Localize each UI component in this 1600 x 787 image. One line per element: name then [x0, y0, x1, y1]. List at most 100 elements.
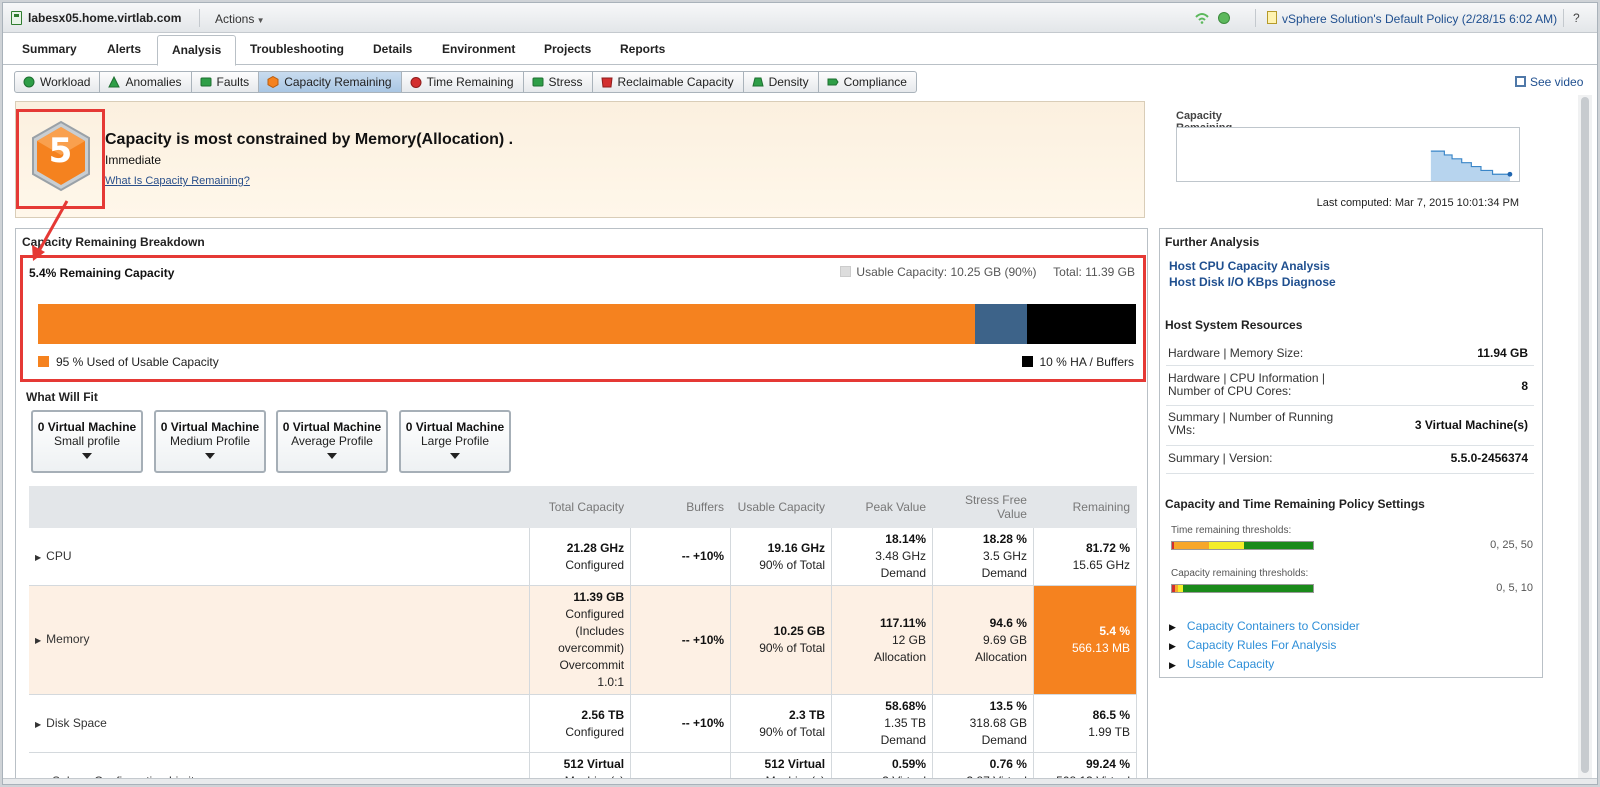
host-cpu-capacity-analysis-link[interactable]: Host CPU Capacity Analysis	[1169, 259, 1330, 273]
analysis-subtabs: Workload Anomalies Faults Capacity Remai…	[14, 71, 917, 93]
actions-menu[interactable]: Actions ▼	[215, 12, 265, 26]
table-row[interactable]: ▶ CPU 21.28 GHz Configured -- +10% 19.16 GHz 9…	[29, 528, 1138, 586]
usable-capacity-link[interactable]: ▶ Usable Capacity	[1169, 657, 1274, 671]
capacity-containers-link[interactable]: ▶ Capacity Containers to Consider	[1169, 619, 1360, 633]
subtab-anomalies[interactable]: Anomalies	[100, 72, 192, 92]
tab-troubleshooting[interactable]: Troubleshooting	[250, 42, 344, 56]
ha-legend-text: 10 % HA / Buffers	[1039, 355, 1135, 369]
what-will-fit-title: What Will Fit	[26, 390, 98, 404]
remaining-cell: 5.4 % 566.13 MB	[1033, 585, 1138, 695]
resource-key: Hardware | CPU Information | Number of C…	[1168, 371, 1325, 398]
tab-projects[interactable]: Projects	[544, 42, 591, 56]
video-icon	[1515, 76, 1526, 87]
row-name: Disk Space	[46, 715, 107, 730]
expand-arrow-icon: ▶	[1169, 660, 1176, 670]
buffers-cell: -- +10%	[630, 528, 732, 586]
buffers-value: -- +10%	[681, 549, 725, 563]
peak-line: 117.11%	[879, 615, 926, 630]
subtab-workload[interactable]: Workload	[15, 72, 101, 92]
policy-link[interactable]: vSphere Solution's Default Policy (2/28/…	[1282, 12, 1557, 26]
constraint-urgency: Immediate	[105, 153, 162, 167]
subtab-density[interactable]: Density	[744, 72, 819, 92]
peak-cell: 117.11% 12 GB Allocation	[831, 585, 933, 695]
subtab-label: Time Remaining	[426, 75, 514, 89]
fit-card-large[interactable]: 0 Virtual Machine Large Profile	[399, 410, 511, 473]
tab-analysis[interactable]: Analysis	[157, 35, 237, 66]
table-row[interactable]: ▶ Disk Space 2.56 TB Configured -- +10% 2.3 T…	[29, 694, 1138, 753]
fit-card-average[interactable]: 0 Virtual Machine Average Profile	[276, 410, 388, 473]
capacity-rules-link[interactable]: ▶ Capacity Rules For Analysis	[1169, 638, 1336, 652]
remaining-cell: 86.5 % 1.99 TB	[1033, 694, 1138, 753]
what-is-capacity-remaining-link[interactable]: What Is Capacity Remaining?	[105, 175, 250, 187]
constraint-title: Capacity is most constrained by Memory(A…	[105, 131, 514, 148]
expand-arrow-icon[interactable]: ▶	[35, 720, 41, 729]
total-cell: 2.56 TB Configured	[529, 694, 632, 753]
row-name-cell[interactable]: ▶ Memory	[29, 585, 531, 695]
buffers-cell: -- +10%	[630, 585, 732, 695]
column-header: Remaining	[1033, 486, 1138, 528]
remaining-line: 86.5 %	[1092, 707, 1130, 722]
fit-profile: Large Profile	[420, 434, 490, 448]
expand-arrow-icon[interactable]: ▶	[35, 636, 41, 645]
column-header: Peak Value	[831, 486, 933, 528]
capacity-threshold-values: 0, 5, 10	[1496, 582, 1533, 594]
remaining-line: 566.13 MB	[1071, 641, 1130, 655]
total-cell: 21.28 GHz Configured	[529, 528, 632, 586]
see-video-link[interactable]: See video	[1515, 75, 1583, 89]
stress-line: 13.5 %	[989, 699, 1027, 713]
stress-line: 94.6 %	[989, 615, 1027, 630]
remaining-capacity-segment	[974, 304, 1028, 344]
peak-line: 18.14%	[885, 532, 926, 546]
tab-alerts[interactable]: Alerts	[107, 42, 141, 56]
resource-key: Summary | Number of Running VMs:	[1168, 410, 1334, 437]
row-name-cell[interactable]: ▶ CPU	[29, 528, 531, 586]
subtab-capacity-remaining[interactable]: Capacity Remaining	[259, 72, 402, 92]
subtab-stress[interactable]: Stress	[524, 72, 593, 92]
subtab-label: Workload	[40, 75, 91, 89]
row-name-cell[interactable]: ▶ Disk Space	[29, 694, 531, 753]
subtab-reclaimable-capacity[interactable]: Reclaimable Capacity	[593, 72, 744, 92]
buffers-cell: -- +10%	[630, 694, 732, 753]
subtab-label: Density	[768, 75, 809, 89]
resource-value: 5.5.0-2456374	[1450, 451, 1528, 465]
subtab-time-remaining[interactable]: Time Remaining	[402, 72, 524, 92]
tab-environment[interactable]: Environment	[442, 42, 515, 56]
column-header: Buffers	[630, 486, 732, 528]
tab-summary[interactable]: Summary	[22, 42, 77, 56]
host-disk-io-diagnose-link[interactable]: Host Disk I/O KBps Diagnose	[1169, 275, 1336, 289]
help-icon[interactable]: ?	[1573, 11, 1580, 25]
table-row[interactable]: ▶ Memory 11.39 GB Configured (Includes overco…	[29, 585, 1138, 695]
peak-line: 3.48 GHz	[875, 549, 926, 563]
buffers-value: -- +10%	[681, 632, 725, 647]
capacity-summary-header: 5 Capacity is most constrained by Memory…	[15, 101, 1520, 218]
subtab-label: Reclaimable Capacity	[617, 75, 734, 89]
subtab-compliance[interactable]: Compliance	[819, 72, 916, 92]
fit-card-small[interactable]: 0 Virtual Machine Small profile	[31, 410, 143, 473]
ha-legend: 10 % HA / Buffers	[1021, 355, 1135, 369]
tab-reports[interactable]: Reports	[620, 42, 665, 56]
capacity-threshold-label: Capacity remaining thresholds:	[1171, 568, 1309, 579]
total-line: (Includes	[575, 624, 625, 638]
scrollbar-thumb[interactable]	[1581, 97, 1589, 773]
column-header: Stress Free Value	[932, 486, 1034, 528]
stress-cell: 13.5 % 318.68 GB Demand	[932, 694, 1034, 753]
usable-line: 90% of Total	[759, 557, 826, 572]
total-line: Configured	[565, 607, 625, 621]
tree-link-label: Capacity Rules For Analysis	[1186, 638, 1337, 652]
remaining-line: 15.65 GHz	[1072, 557, 1130, 572]
further-analysis-panel: Further Analysis Host CPU Capacity Analy…	[1159, 228, 1543, 678]
capacity-badge-highlight: 5	[16, 109, 105, 209]
buffers-value: -- +10%	[681, 716, 725, 730]
peak-line: 0.59%	[891, 757, 926, 771]
policy-settings-title: Capacity and Time Remaining Policy Setti…	[1165, 497, 1425, 511]
resource-value: 8	[1521, 379, 1528, 393]
tab-details[interactable]: Details	[373, 42, 412, 56]
health-status-icon	[1195, 13, 1209, 24]
usable-line: 90% of Total	[759, 641, 826, 655]
expand-arrow-icon[interactable]: ▶	[35, 553, 41, 562]
stress-line: Demand	[981, 733, 1027, 747]
anomalies-icon	[108, 76, 121, 88]
subtab-faults[interactable]: Faults	[192, 72, 260, 92]
fit-card-medium[interactable]: 0 Virtual Machine Medium Profile	[154, 410, 266, 473]
stress-line: Allocation	[974, 649, 1027, 664]
